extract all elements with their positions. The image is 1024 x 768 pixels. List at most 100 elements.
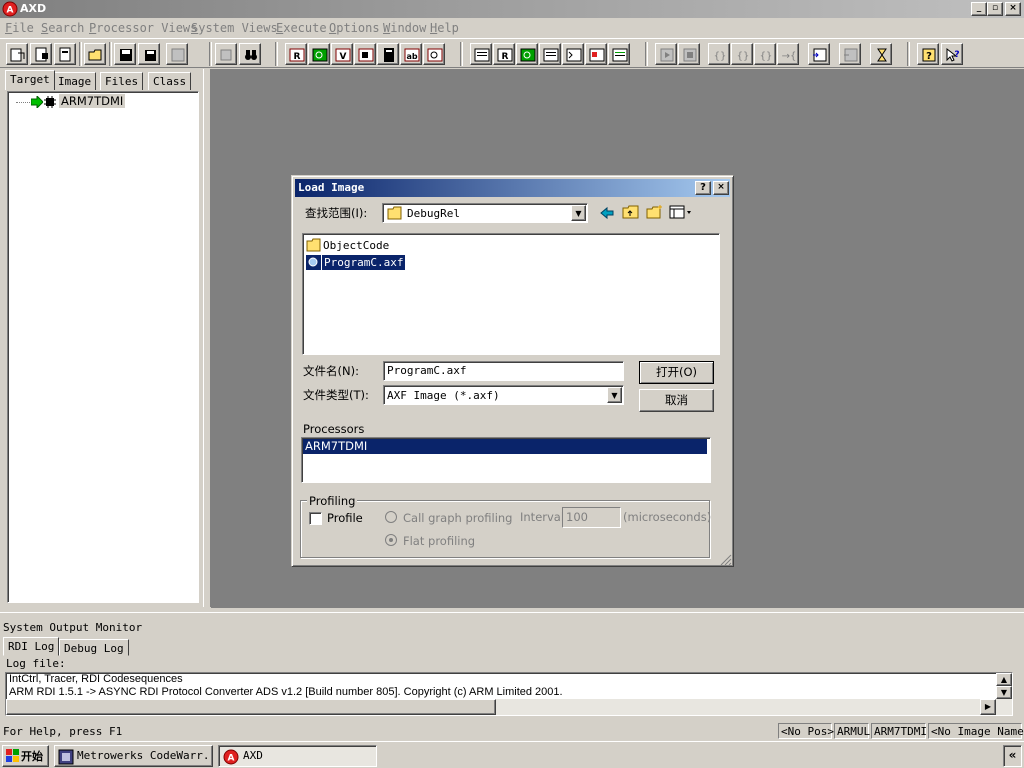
scroll-up-icon[interactable]: ▲ [996, 673, 1012, 686]
call-graph-radio[interactable] [385, 511, 397, 523]
menu-options[interactable]: Options [329, 21, 380, 35]
filetype-combo[interactable]: AXF Image (*.axf) ▼ [383, 385, 624, 405]
breakpoints-window-button[interactable] [608, 43, 630, 65]
interval-input[interactable]: 100 [562, 507, 621, 528]
variables-view-button[interactable]: V [331, 43, 353, 65]
tab-target[interactable]: Target [5, 70, 55, 90]
pane-splitter[interactable] [203, 69, 211, 607]
back-arrow-icon[interactable] [599, 205, 615, 221]
scroll-right-icon[interactable]: ▶ [980, 699, 996, 715]
memory-view-button[interactable] [377, 43, 399, 65]
save-all-button[interactable] [138, 43, 160, 65]
horizontal-scroll-thumb[interactable] [6, 699, 496, 715]
tab-debug-log[interactable]: Debug Log [59, 639, 129, 656]
find-next-button[interactable] [239, 43, 261, 65]
chevron-down-icon[interactable]: ▼ [607, 387, 622, 403]
profile-checkbox[interactable] [309, 512, 322, 525]
new-folder-icon[interactable] [646, 204, 664, 220]
help-button[interactable]: ? [917, 43, 939, 65]
view-menu-icon[interactable] [669, 205, 693, 219]
taskbar-axd[interactable]: A AXD [218, 745, 377, 767]
menu-processor-views[interactable]: Processor Views [89, 21, 197, 35]
window-icon [171, 48, 185, 62]
console-window-button[interactable] [562, 43, 584, 65]
svg-text:ab: ab [406, 52, 417, 61]
svg-text:A: A [228, 754, 235, 764]
list-window-icon [612, 48, 628, 62]
taskbar: 开始 Metrowerks CodeWarr... A AXD « [0, 741, 1024, 768]
close-window-button[interactable] [166, 43, 188, 65]
start-button[interactable]: 开始 [2, 745, 49, 767]
scroll-down-icon[interactable]: ▼ [996, 686, 1012, 699]
cancel-button[interactable]: 取消 [639, 389, 714, 412]
tab-rdi-log[interactable]: RDI Log [3, 637, 60, 656]
log-file-label: Log file: [6, 657, 66, 670]
maximize-button[interactable]: ▫ [987, 2, 1003, 16]
vertical-scrollbar[interactable]: ▲ ▼ [996, 673, 1012, 699]
resize-grip-icon[interactable] [720, 554, 732, 566]
log-output[interactable]: IntCtrl, Tracer, RDI Codesequences ARM R… [5, 672, 1013, 716]
watch-window-button[interactable] [516, 43, 538, 65]
close-button[interactable]: × [1005, 2, 1021, 16]
tab-class[interactable]: Class [148, 72, 192, 90]
save-button[interactable] [114, 43, 136, 65]
step-in-button[interactable]: {} [731, 43, 753, 65]
menu-window[interactable]: Window [383, 21, 426, 35]
processor-chip-icon [44, 96, 56, 108]
reload-image-button[interactable] [54, 43, 76, 65]
registers-view-button[interactable]: R [285, 43, 307, 65]
menu-search[interactable]: Search [41, 21, 84, 35]
open-button[interactable]: 打开(O) [639, 361, 714, 384]
dialog-title-bar[interactable]: Load Image ? × [295, 179, 730, 197]
stop-button[interactable] [678, 43, 700, 65]
disassembly-view-button[interactable] [423, 43, 445, 65]
document-icon [59, 47, 71, 62]
axd-app-icon: A [2, 1, 18, 17]
target-view-button[interactable] [470, 43, 492, 65]
menu-execute[interactable]: Execute [276, 21, 327, 35]
profile-label: Profile [327, 511, 363, 525]
reload-target-button[interactable] [6, 43, 28, 65]
tree-item-arm7tdmi[interactable]: ARM7TDMI [59, 94, 126, 108]
step-out-button[interactable]: {} [754, 43, 776, 65]
go-button[interactable] [655, 43, 677, 65]
filename-input[interactable]: ProgramC.axf [383, 361, 624, 381]
timer-button[interactable] [870, 43, 892, 65]
open-file-button[interactable] [84, 43, 106, 65]
run-to-cursor-button[interactable]: →{ [777, 43, 799, 65]
context-help-button[interactable]: ? [941, 43, 963, 65]
toggle-watchpoint-button[interactable] [839, 43, 861, 65]
tab-files[interactable]: Files [100, 72, 144, 90]
list-item[interactable]: ARM7TDMI [303, 439, 707, 454]
menu-help[interactable]: Help [430, 21, 459, 35]
chevron-down-icon[interactable]: ▼ [571, 205, 586, 221]
output-window-button[interactable] [585, 43, 607, 65]
up-folder-icon[interactable] [622, 204, 640, 220]
watchpoint-icon [844, 48, 858, 62]
flat-profiling-radio[interactable] [385, 534, 397, 546]
look-in-combo[interactable]: DebugRel ▼ [382, 203, 588, 223]
registers-window-button[interactable]: R [493, 43, 515, 65]
minimize-button[interactable]: _ [971, 2, 987, 16]
tray-expand-button[interactable]: « [1003, 745, 1022, 767]
horizontal-scrollbar[interactable]: ▶ [6, 699, 1012, 715]
tab-image[interactable]: Image [53, 72, 97, 90]
target-tree[interactable]: ARM7TDMI [7, 91, 199, 603]
menu-system-views[interactable]: System Views [191, 21, 278, 35]
backtrace-view-button[interactable] [354, 43, 376, 65]
app-title-bar[interactable]: A AXD _ ▫ × [0, 0, 1024, 18]
watch-view-button[interactable] [308, 43, 330, 65]
taskbar-codewarrior[interactable]: Metrowerks CodeWarr... [54, 745, 213, 767]
processors-list[interactable]: ARM7TDMI [301, 437, 711, 483]
file-list[interactable]: ObjectCode ProgramC.axf [302, 233, 720, 355]
list-window-icon [543, 48, 559, 62]
toggle-breakpoint-button[interactable] [808, 43, 830, 65]
menu-file[interactable]: File [5, 21, 34, 35]
dialog-help-button[interactable]: ? [695, 181, 711, 195]
low-level-symbols-button[interactable]: ab [400, 43, 422, 65]
load-image-button[interactable] [30, 43, 52, 65]
locals-window-button[interactable] [539, 43, 561, 65]
step-button[interactable]: {} [708, 43, 730, 65]
dialog-close-button[interactable]: × [713, 181, 729, 195]
find-button[interactable] [215, 43, 237, 65]
